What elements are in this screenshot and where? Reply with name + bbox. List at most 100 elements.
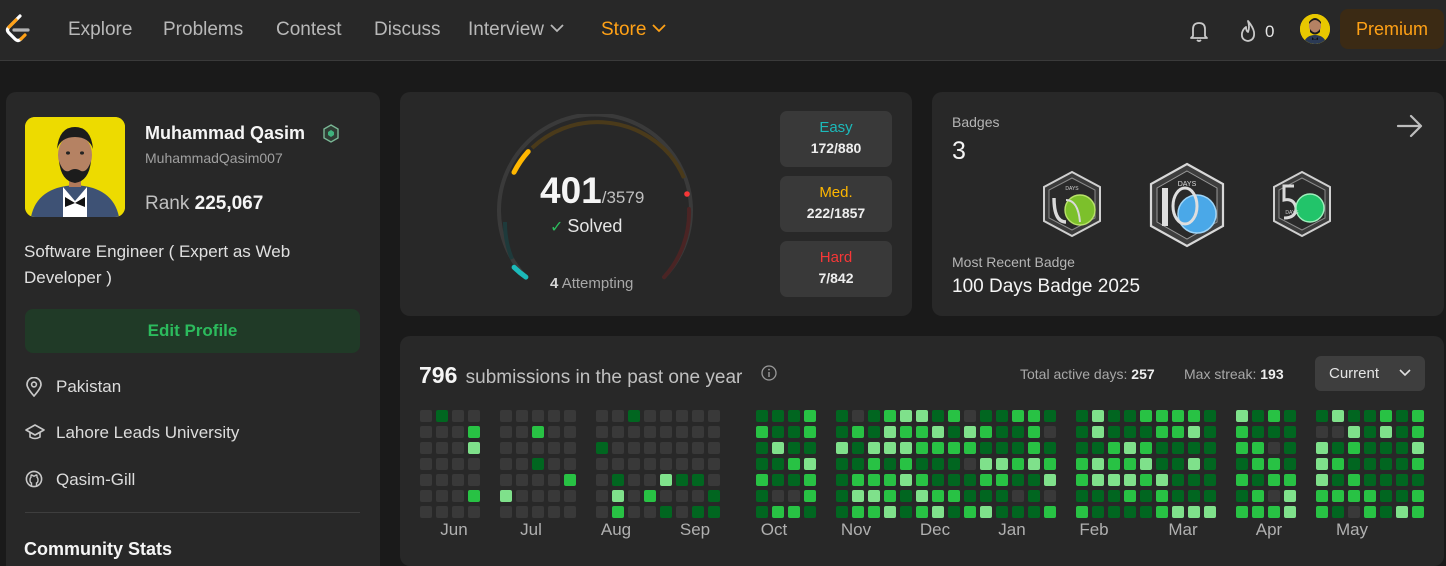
heatmap-day-cell[interactable] <box>500 474 512 486</box>
heatmap-day-cell[interactable] <box>1124 490 1136 502</box>
heatmap-day-cell[interactable] <box>532 442 544 454</box>
heatmap-day-cell[interactable] <box>788 458 800 470</box>
heatmap-day-cell[interactable] <box>1124 426 1136 438</box>
heatmap-day-cell[interactable] <box>548 458 560 470</box>
heatmap-day-cell[interactable] <box>452 474 464 486</box>
heatmap-day-cell[interactable] <box>1396 490 1408 502</box>
heatmap-day-cell[interactable] <box>1012 442 1024 454</box>
heatmap-day-cell[interactable] <box>708 426 720 438</box>
heatmap-day-cell[interactable] <box>1284 426 1296 438</box>
heatmap-day-cell[interactable] <box>1156 474 1168 486</box>
heatmap-day-cell[interactable] <box>836 458 848 470</box>
heatmap-day-cell[interactable] <box>980 410 992 422</box>
heatmap-day-cell[interactable] <box>692 506 704 518</box>
heatmap-day-cell[interactable] <box>1364 426 1376 438</box>
heatmap-day-cell[interactable] <box>836 442 848 454</box>
heatmap-day-cell[interactable] <box>628 410 640 422</box>
heatmap-day-cell[interactable] <box>612 506 624 518</box>
heatmap-day-cell[interactable] <box>836 426 848 438</box>
heatmap-day-cell[interactable] <box>916 442 928 454</box>
heatmap-day-cell[interactable] <box>1396 410 1408 422</box>
heatmap-day-cell[interactable] <box>1348 442 1360 454</box>
heatmap-day-cell[interactable] <box>468 410 480 422</box>
heatmap-day-cell[interactable] <box>644 474 656 486</box>
heatmap-day-cell[interactable] <box>596 426 608 438</box>
heatmap-day-cell[interactable] <box>548 442 560 454</box>
heatmap-day-cell[interactable] <box>1332 490 1344 502</box>
heatmap-day-cell[interactable] <box>1076 490 1088 502</box>
heatmap-day-cell[interactable] <box>884 474 896 486</box>
heatmap-day-cell[interactable] <box>836 410 848 422</box>
heatmap-day-cell[interactable] <box>1028 426 1040 438</box>
heatmap-day-cell[interactable] <box>1204 442 1216 454</box>
heatmap-day-cell[interactable] <box>1316 410 1328 422</box>
heatmap-day-cell[interactable] <box>676 474 688 486</box>
heatmap-day-cell[interactable] <box>852 506 864 518</box>
heatmap-day-cell[interactable] <box>948 506 960 518</box>
heatmap-day-cell[interactable] <box>660 490 672 502</box>
heatmap-day-cell[interactable] <box>884 458 896 470</box>
heatmap-day-cell[interactable] <box>1348 474 1360 486</box>
heatmap-day-cell[interactable] <box>932 426 944 438</box>
heatmap-day-cell[interactable] <box>756 458 768 470</box>
heatmap-day-cell[interactable] <box>468 490 480 502</box>
heatmap-day-cell[interactable] <box>1076 474 1088 486</box>
heatmap-day-cell[interactable] <box>852 474 864 486</box>
heatmap-day-cell[interactable] <box>500 490 512 502</box>
heatmap-day-cell[interactable] <box>420 410 432 422</box>
heatmap-day-cell[interactable] <box>1140 458 1152 470</box>
heatmap-day-cell[interactable] <box>964 426 976 438</box>
heatmap-day-cell[interactable] <box>852 442 864 454</box>
heatmap-day-cell[interactable] <box>452 458 464 470</box>
heatmap-day-cell[interactable] <box>964 490 976 502</box>
heatmap-day-cell[interactable] <box>1172 490 1184 502</box>
heatmap-day-cell[interactable] <box>676 426 688 438</box>
heatmap-day-cell[interactable] <box>836 506 848 518</box>
heatmap-day-cell[interactable] <box>916 506 928 518</box>
heatmap-day-cell[interactable] <box>708 410 720 422</box>
heatmap-day-cell[interactable] <box>1172 426 1184 438</box>
heatmap-day-cell[interactable] <box>900 426 912 438</box>
heatmap-day-cell[interactable] <box>612 442 624 454</box>
heatmap-day-cell[interactable] <box>500 410 512 422</box>
nav-interview[interactable]: Interview <box>468 19 564 41</box>
heatmap-day-cell[interactable] <box>948 458 960 470</box>
heatmap-day-cell[interactable] <box>1140 410 1152 422</box>
heatmap-day-cell[interactable] <box>1380 410 1392 422</box>
heatmap-day-cell[interactable] <box>948 474 960 486</box>
heatmap-day-cell[interactable] <box>1268 426 1280 438</box>
heatmap-day-cell[interactable] <box>1044 458 1056 470</box>
heatmap-day-cell[interactable] <box>1316 458 1328 470</box>
heatmap-day-cell[interactable] <box>1076 442 1088 454</box>
heatmap-day-cell[interactable] <box>996 426 1008 438</box>
leetcode-logo-icon[interactable] <box>4 14 30 44</box>
user-avatar[interactable] <box>1300 14 1330 44</box>
heatmap-day-cell[interactable] <box>1108 490 1120 502</box>
heatmap-day-cell[interactable] <box>1364 490 1376 502</box>
heatmap-day-cell[interactable] <box>548 426 560 438</box>
heatmap-day-cell[interactable] <box>932 442 944 454</box>
heatmap-day-cell[interactable] <box>1076 506 1088 518</box>
heatmap-day-cell[interactable] <box>1236 442 1248 454</box>
heatmap-day-cell[interactable] <box>420 474 432 486</box>
heatmap-day-cell[interactable] <box>1012 474 1024 486</box>
heatmap-day-cell[interactable] <box>980 442 992 454</box>
heatmap-day-cell[interactable] <box>884 426 896 438</box>
heatmap-day-cell[interactable] <box>932 490 944 502</box>
heatmap-day-cell[interactable] <box>884 506 896 518</box>
heatmap-day-cell[interactable] <box>1412 410 1424 422</box>
heatmap-day-cell[interactable] <box>692 426 704 438</box>
heatmap-day-cell[interactable] <box>1140 490 1152 502</box>
heatmap-day-cell[interactable] <box>788 410 800 422</box>
heatmap-day-cell[interactable] <box>772 490 784 502</box>
heatmap-day-cell[interactable] <box>1204 474 1216 486</box>
heatmap-day-cell[interactable] <box>1380 458 1392 470</box>
heatmap-day-cell[interactable] <box>692 474 704 486</box>
premium-button[interactable]: Premium <box>1340 9 1444 49</box>
heatmap-day-cell[interactable] <box>1380 490 1392 502</box>
heatmap-day-cell[interactable] <box>1076 458 1088 470</box>
heatmap-day-cell[interactable] <box>900 442 912 454</box>
heatmap-day-cell[interactable] <box>1316 490 1328 502</box>
heatmap-day-cell[interactable] <box>500 426 512 438</box>
heatmap-day-cell[interactable] <box>964 442 976 454</box>
